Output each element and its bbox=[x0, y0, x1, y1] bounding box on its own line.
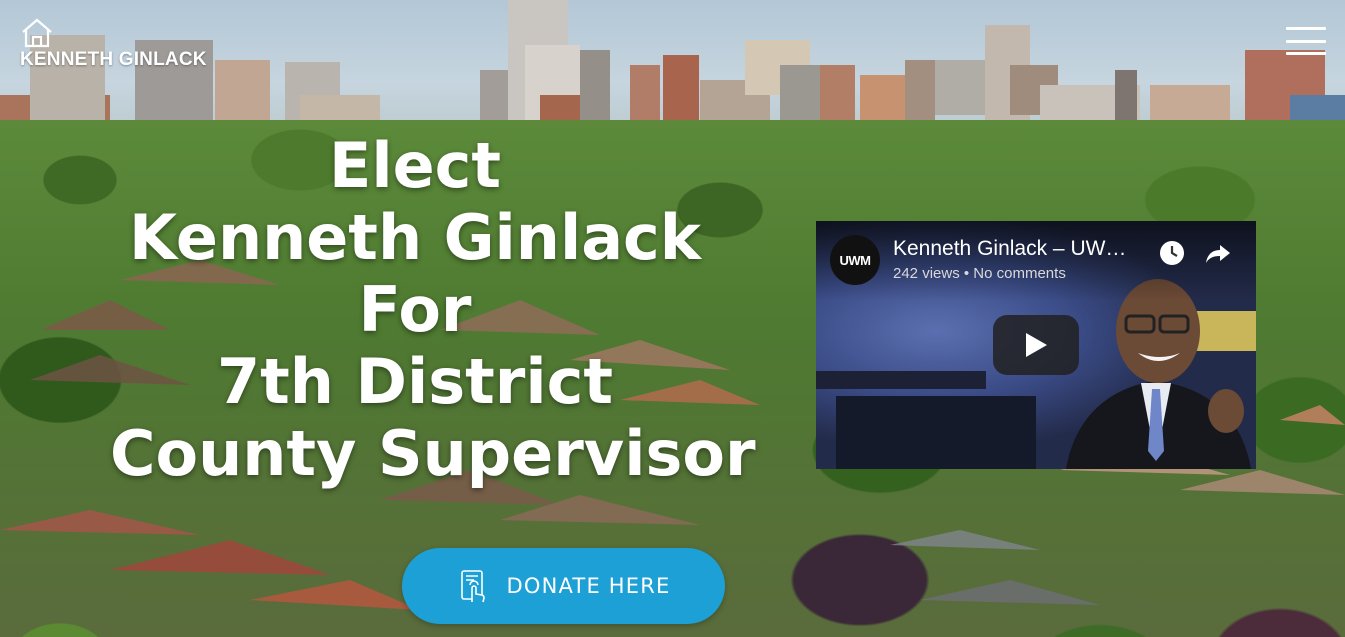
headline-line: Kenneth Ginlack bbox=[128, 201, 702, 274]
site-logo[interactable]: KENNETH GINLACK bbox=[20, 18, 207, 71]
headline-line: County Supervisor bbox=[110, 417, 756, 490]
video-title[interactable]: Kenneth Ginlack – UW… bbox=[893, 237, 1143, 261]
hero-headline: Elect Kenneth Ginlack For 7th District C… bbox=[110, 129, 756, 490]
play-icon bbox=[1026, 333, 1047, 357]
hamburger-menu-button[interactable] bbox=[1286, 27, 1326, 55]
headline-line: Elect bbox=[328, 129, 502, 202]
video-meta: 242 views • No comments bbox=[893, 265, 1066, 282]
tap-device-icon bbox=[461, 570, 486, 603]
logo-text: KENNETH GINLACK bbox=[20, 49, 207, 70]
house-outline-icon bbox=[22, 18, 52, 48]
embedded-video-player[interactable]: UWM Kenneth Ginlack – UW… 242 views • No… bbox=[816, 221, 1256, 469]
headline-line: 7th District bbox=[217, 345, 613, 418]
donate-label: DONATE HERE bbox=[506, 574, 671, 598]
donate-button[interactable]: DONATE HERE bbox=[402, 548, 725, 624]
headline-line: For bbox=[358, 273, 472, 346]
clock-icon[interactable] bbox=[1158, 239, 1186, 267]
video-play-button[interactable] bbox=[993, 315, 1079, 375]
share-arrow-icon[interactable] bbox=[1204, 239, 1232, 267]
channel-avatar[interactable]: UWM bbox=[830, 235, 880, 285]
hamburger-menu-icon bbox=[1286, 27, 1326, 30]
